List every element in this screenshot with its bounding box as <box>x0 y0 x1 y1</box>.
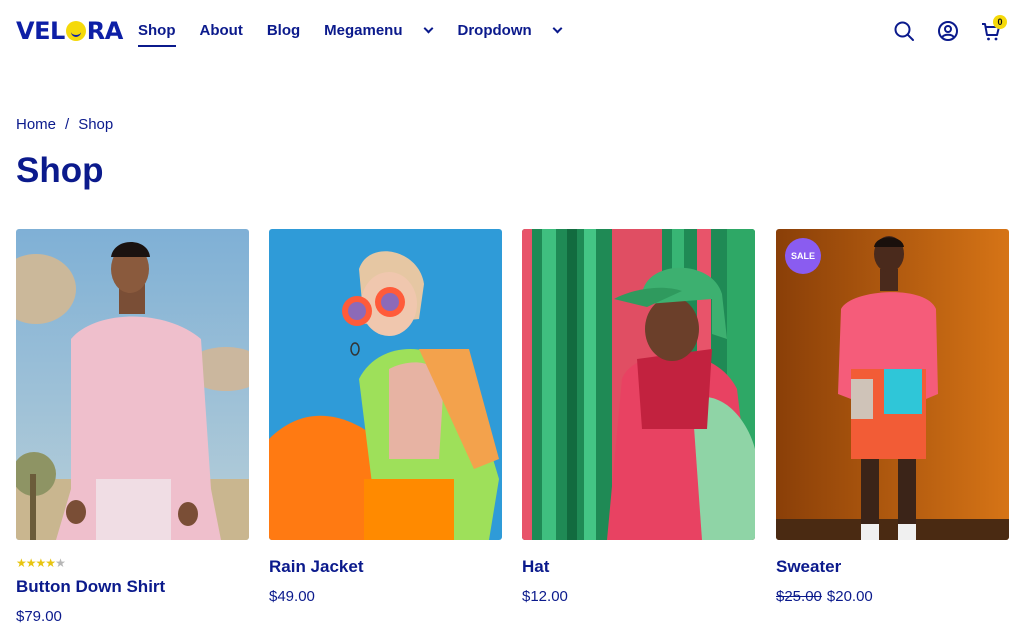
sale-badge: SALE <box>785 238 821 274</box>
site-header: VEL RA Shop About Blog Megamenu Dropdown … <box>0 0 1024 62</box>
main-nav: Shop About Blog Megamenu Dropdown <box>138 20 563 47</box>
logo-text-part: VEL <box>16 17 65 45</box>
product-price: $12.00 <box>522 588 568 605</box>
product-image[interactable]: SALE <box>776 229 1009 540</box>
rating-stars: ★★★★★ <box>16 556 66 570</box>
nav-item-megamenu[interactable]: Megamenu <box>324 20 402 42</box>
nav-item-about[interactable]: About <box>200 20 243 42</box>
breadcrumb-current: Shop <box>78 116 114 133</box>
account-icon[interactable] <box>937 20 959 42</box>
chevron-down-icon[interactable] <box>423 23 433 33</box>
product-image[interactable] <box>16 229 249 540</box>
nav-item-shop[interactable]: Shop <box>138 20 176 47</box>
star-filled-icon: ★ <box>16 556 27 570</box>
nav-item-blog[interactable]: Blog <box>267 20 300 42</box>
star-filled-icon: ★ <box>45 556 56 570</box>
product-price: $49.00 <box>269 588 315 605</box>
logo-smiley-icon <box>65 21 86 41</box>
star-empty-icon: ★ <box>55 556 66 570</box>
cart-count-badge: 0 <box>993 15 1007 29</box>
product-name-link[interactable]: Hat <box>522 557 549 577</box>
product-card: SALE Sweater $25.00 $20.00 <box>776 229 1009 605</box>
product-card: Hat $12.00 <box>522 229 755 605</box>
breadcrumb: Home / Shop <box>16 116 113 133</box>
product-price: $25.00 $20.00 <box>776 588 873 605</box>
product-image[interactable] <box>522 229 755 540</box>
breadcrumb-home-link[interactable]: Home <box>16 116 56 133</box>
product-price: $79.00 <box>16 608 62 625</box>
nav-item-dropdown[interactable]: Dropdown <box>458 20 532 42</box>
product-image[interactable] <box>269 229 502 540</box>
logo-text-part: RA <box>86 17 124 45</box>
breadcrumb-separator: / <box>65 116 70 133</box>
product-name-link[interactable]: Sweater <box>776 557 841 577</box>
product-sale-price: $20.00 <box>826 588 873 605</box>
product-old-price: $25.00 <box>776 588 822 605</box>
product-card: ★★★★★ Button Down Shirt $79.00 <box>16 229 249 625</box>
page-title: Shop <box>16 151 104 190</box>
chevron-down-icon[interactable] <box>552 23 563 33</box>
star-filled-icon: ★ <box>25 556 37 570</box>
star-filled-icon: ★ <box>35 556 47 570</box>
logo[interactable]: VEL RA <box>16 17 124 45</box>
product-name-link[interactable]: Button Down Shirt <box>16 577 165 597</box>
product-card: Rain Jacket $49.00 <box>269 229 502 605</box>
product-name-link[interactable]: Rain Jacket <box>269 557 364 577</box>
search-icon[interactable] <box>893 20 915 42</box>
